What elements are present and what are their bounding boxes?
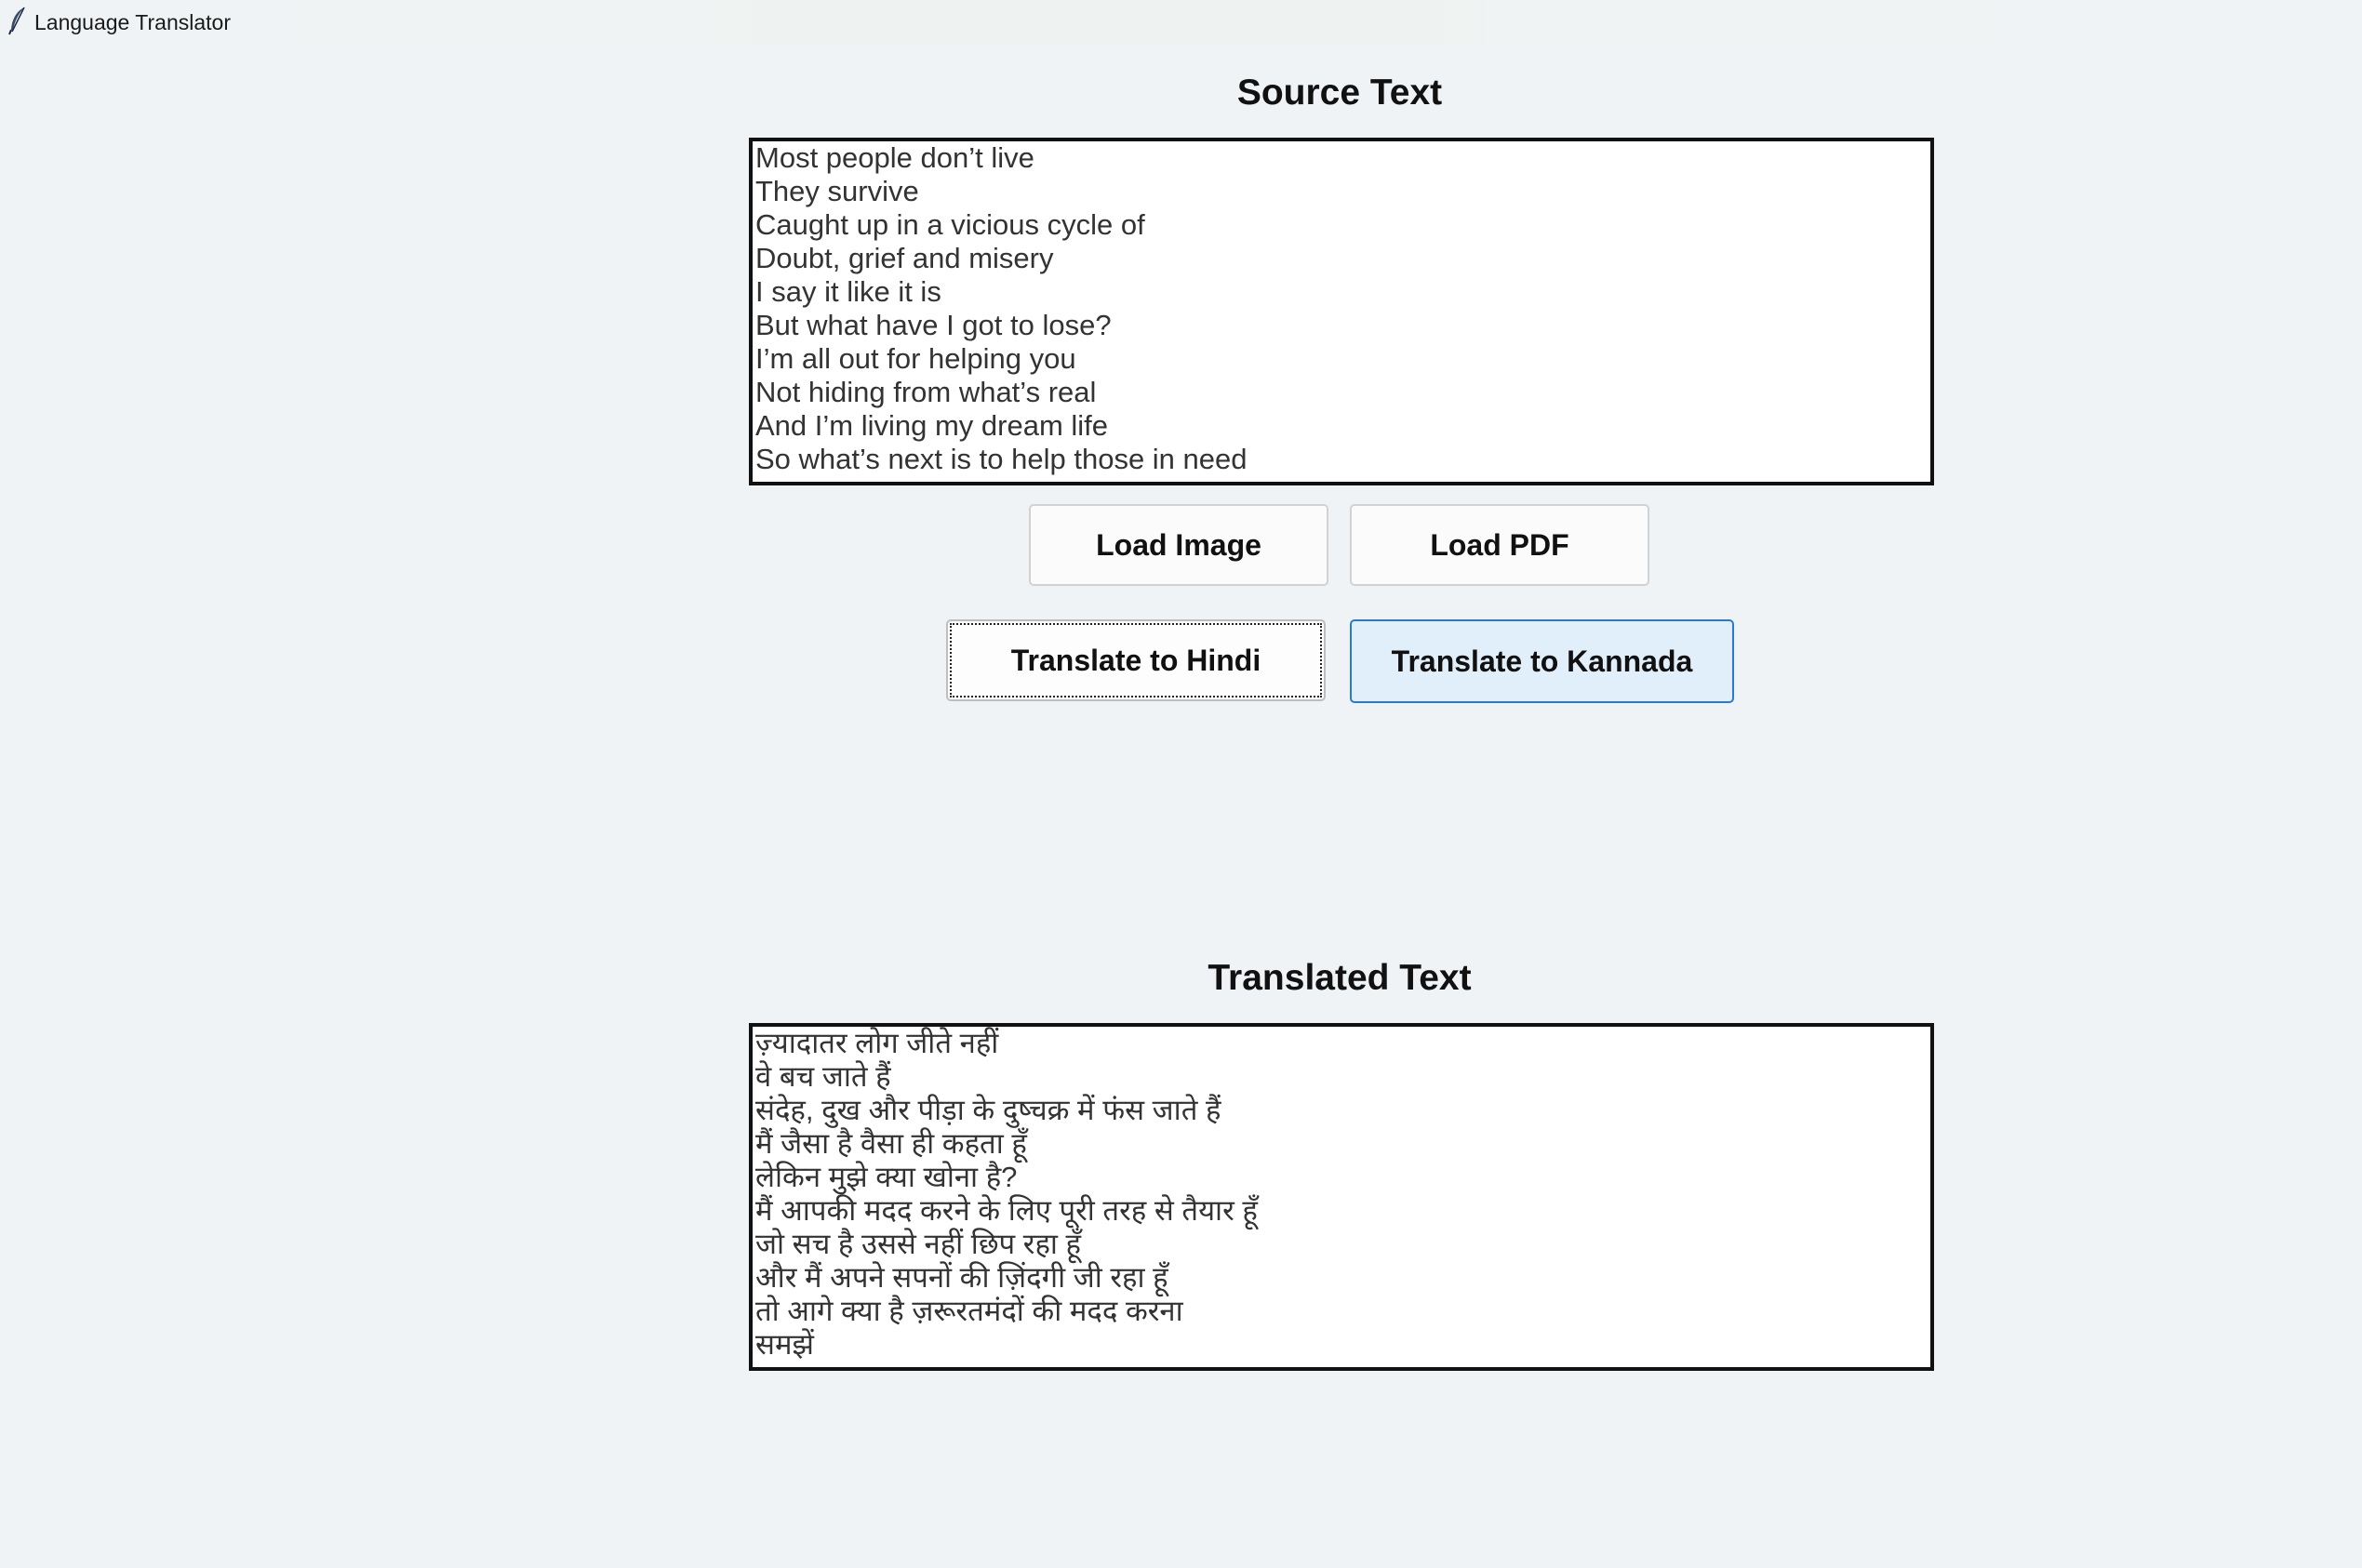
translated-line: वे बच जाते हैं [755,1060,891,1093]
translated-line: और मैं अपने सपनों की ज़िंदगी जी रहा हूँ [755,1261,1168,1294]
source-text-area[interactable]: Most people don’t live They survive Caug… [749,138,1934,485]
translated-line: जो सच है उससे नहीं छिप रहा हूँ [755,1228,1082,1260]
source-line: Not hiding from what’s real [755,376,1097,408]
translate-to-kannada-button[interactable]: Translate to Kannada [1350,619,1734,703]
window-title: Language Translator [34,10,231,34]
source-line: Most people don’t live [755,141,1034,174]
translated-text-area[interactable]: ज़्यादातर लोग जीते नहीं वे बच जाते हैं स… [749,1023,1934,1371]
translated-line: मैं आपकी मदद करने के लिए पूरी तरह से तैय… [755,1194,1258,1227]
title-bar: Language Translator [0,0,2362,45]
translated-line: तो आगे क्या है ज़रूरतमंदों की मदद करना [755,1295,1183,1327]
translated-line: समझें [755,1328,814,1361]
source-line: Caught up in a vicious cycle of [755,208,1145,241]
source-line: But what have I got to lose? [755,309,1112,341]
load-image-button[interactable]: Load Image [1029,504,1328,586]
feather-icon [8,7,25,35]
translated-line: ज़्यादातर लोग जीते नहीं [755,1027,999,1059]
load-pdf-button[interactable]: Load PDF [1350,504,1649,586]
source-line: I say it like it is [755,275,941,308]
source-line: Doubt, grief and misery [755,242,1054,274]
source-line: They survive [755,175,919,207]
translated-text-heading: Translated Text [1208,958,1472,998]
translate-to-hindi-button[interactable]: Translate to Hindi [946,619,1326,701]
translated-line: लेकिन मुझे क्या खोना है? [755,1161,1018,1193]
source-line: And I’m living my dream life [755,409,1109,442]
translated-line: मैं जैसा है वैसा ही कहता हूँ [755,1127,1027,1160]
source-line: I’m all out for helping you [755,342,1076,375]
translated-line: संदेह, दुख और पीड़ा के दुष्चक्र में फंस … [755,1094,1221,1126]
source-line: So what’s next is to help those in need [755,443,1248,475]
source-text-heading: Source Text [1236,73,1443,113]
